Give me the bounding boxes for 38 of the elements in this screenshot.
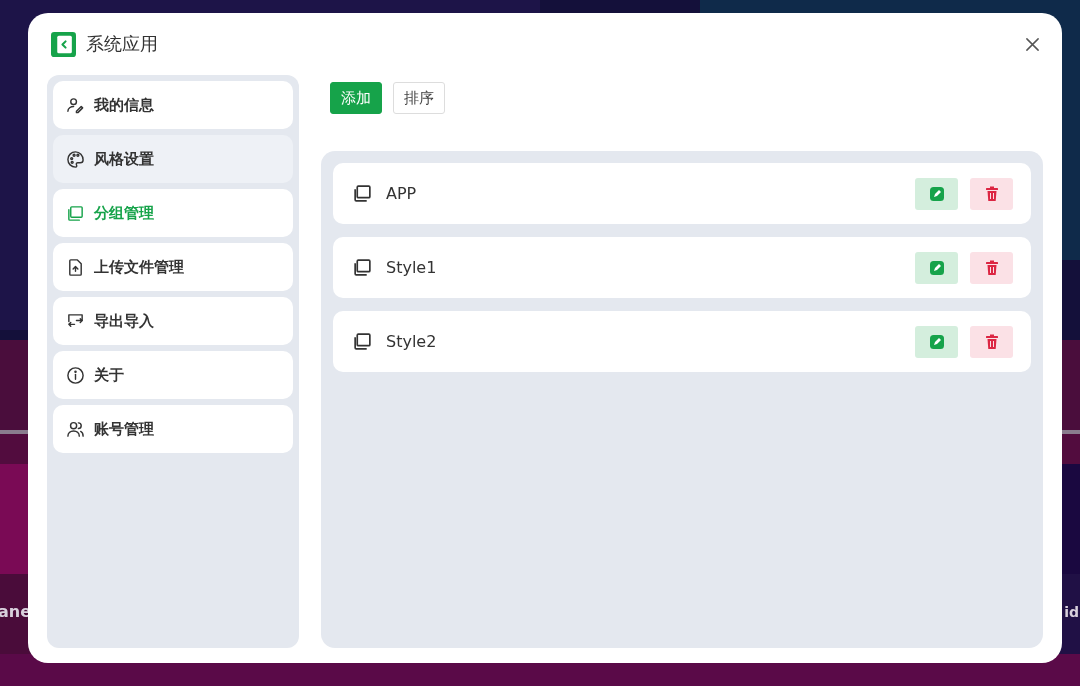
- group-row[interactable]: Style2: [333, 311, 1031, 372]
- edit-icon: [928, 333, 945, 350]
- sidebar-item[interactable]: 风格设置: [53, 135, 293, 183]
- info-icon: [66, 365, 85, 385]
- file-upload-icon: [66, 257, 85, 277]
- group-name: Style1: [386, 258, 437, 277]
- group-name: Style2: [386, 332, 437, 351]
- stacked-windows-icon: [352, 183, 373, 204]
- palette-icon: [66, 149, 85, 169]
- sidebar-item[interactable]: 导出导入: [53, 297, 293, 345]
- user-pen-icon: [66, 95, 85, 115]
- delete-button[interactable]: [970, 325, 1013, 358]
- close-icon[interactable]: [1025, 36, 1040, 52]
- edit-button[interactable]: [915, 251, 958, 284]
- edit-button[interactable]: [915, 177, 958, 210]
- sidebar-item[interactable]: 我的信息: [53, 81, 293, 129]
- background-text: id: [1064, 604, 1079, 620]
- sidebar-item[interactable]: 关于: [53, 351, 293, 399]
- group-row[interactable]: APP: [333, 163, 1031, 224]
- trash-icon: [983, 259, 1000, 276]
- sidebar-item[interactable]: 账号管理: [53, 405, 293, 453]
- sort-button[interactable]: 排序: [393, 82, 445, 114]
- trash-icon: [983, 333, 1000, 350]
- stacked-windows-icon: [66, 203, 85, 223]
- window-title: 系统应用: [86, 32, 158, 56]
- sidebar-item[interactable]: 上传文件管理: [53, 243, 293, 291]
- delete-button[interactable]: [970, 251, 1013, 284]
- edit-icon: [928, 185, 945, 202]
- edit-icon: [928, 259, 945, 276]
- users-icon: [66, 419, 85, 439]
- stacked-windows-icon: [352, 257, 373, 278]
- edit-button[interactable]: [915, 325, 958, 358]
- delete-button[interactable]: [970, 177, 1013, 210]
- stacked-windows-icon: [352, 331, 373, 352]
- back-icon[interactable]: [51, 31, 76, 57]
- group-row[interactable]: Style1: [333, 237, 1031, 298]
- trash-icon: [983, 185, 1000, 202]
- group-name: APP: [386, 184, 417, 203]
